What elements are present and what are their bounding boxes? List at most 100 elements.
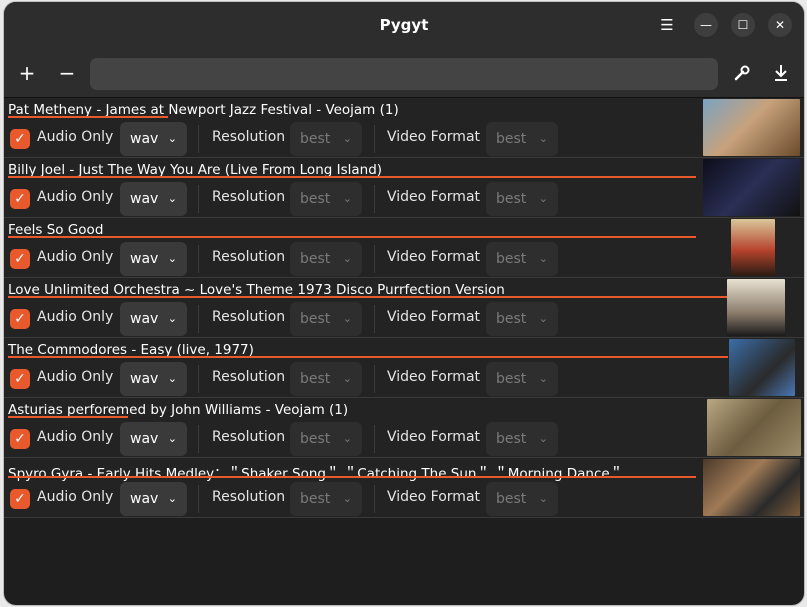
thumbnail (727, 279, 785, 336)
audio-format-dropdown[interactable]: wav ⌄ (120, 422, 187, 456)
audio-only-checkbox[interactable]: ✓ (10, 369, 30, 389)
video-format-label: Video Format (387, 189, 481, 205)
video-format-dropdown[interactable]: best ⌄ (486, 482, 558, 516)
thumbnail (703, 159, 800, 216)
audio-format-dropdown[interactable]: wav ⌄ (120, 122, 187, 156)
video-format-dropdown[interactable]: best ⌄ (486, 362, 558, 396)
video-format-value: best (496, 191, 527, 207)
resolution-dropdown[interactable]: best ⌄ (290, 122, 362, 156)
item-title: Spyro Gyra - Early Hits Medley：＂Shaker S… (8, 466, 624, 482)
divider (198, 245, 199, 273)
resolution-label: Resolution (212, 309, 286, 325)
resolution-value: best (300, 191, 331, 207)
chevron-down-icon: ⌄ (538, 312, 548, 325)
list-item: Feels So Good ✓ Audio Only wav ⌄ Resolut… (4, 218, 804, 278)
audio-only-label: Audio Only (37, 429, 114, 445)
divider (198, 185, 199, 213)
resolution-value: best (300, 131, 331, 147)
chevron-down-icon: ⌄ (538, 192, 548, 205)
list-item: Love Unlimited Orchestra ~ Love's Theme … (4, 278, 804, 338)
video-format-dropdown[interactable]: best ⌄ (486, 122, 558, 156)
resolution-dropdown[interactable]: best ⌄ (290, 242, 362, 276)
audio-format-dropdown[interactable]: wav ⌄ (120, 182, 187, 216)
list-item: Spyro Gyra - Early Hits Medley：＂Shaker S… (4, 458, 804, 518)
progress-bar (8, 236, 696, 238)
video-format-dropdown[interactable]: best ⌄ (486, 182, 558, 216)
video-format-dropdown[interactable]: best ⌄ (486, 242, 558, 276)
resolution-dropdown[interactable]: best ⌄ (290, 362, 362, 396)
list-item: Billy Joel - Just The Way You Are (Live … (4, 158, 804, 218)
audio-only-checkbox[interactable]: ✓ (10, 129, 30, 149)
progress-bar (8, 416, 128, 418)
audio-format-dropdown[interactable]: wav ⌄ (120, 242, 187, 276)
thumbnail (707, 399, 801, 456)
audio-only-label: Audio Only (37, 189, 114, 205)
app-window: Pygyt ☰ — ☐ ✕ + − Pat Metheny - James at… (4, 2, 804, 605)
audio-format-dropdown[interactable]: wav ⌄ (120, 482, 187, 516)
video-format-dropdown[interactable]: best ⌄ (486, 422, 558, 456)
resolution-value: best (300, 491, 331, 507)
video-format-label: Video Format (387, 249, 481, 265)
video-format-label: Video Format (387, 309, 481, 325)
audio-format-value: wav (130, 191, 159, 207)
audio-format-value: wav (130, 491, 159, 507)
thumbnail (731, 219, 775, 276)
audio-only-checkbox[interactable]: ✓ (10, 309, 30, 329)
list-item: Pat Metheny - James at Newport Jazz Fest… (4, 98, 804, 158)
url-input[interactable] (90, 58, 718, 90)
audio-format-value: wav (130, 311, 159, 327)
chevron-down-icon: ⌄ (342, 252, 352, 265)
video-format-label: Video Format (387, 129, 481, 145)
audio-only-checkbox[interactable]: ✓ (10, 249, 30, 269)
audio-format-dropdown[interactable]: wav ⌄ (120, 302, 187, 336)
chevron-down-icon: ⌄ (167, 312, 177, 325)
audio-format-value: wav (130, 251, 159, 267)
thumbnail (703, 99, 800, 156)
audio-format-value: wav (130, 131, 159, 147)
resolution-dropdown[interactable]: best ⌄ (290, 182, 362, 216)
progress-bar (8, 356, 728, 358)
divider (374, 305, 375, 333)
chevron-down-icon: ⌄ (342, 432, 352, 445)
video-format-value: best (496, 431, 527, 447)
video-format-dropdown[interactable]: best ⌄ (486, 302, 558, 336)
divider (374, 185, 375, 213)
chevron-down-icon: ⌄ (342, 492, 352, 505)
resolution-label: Resolution (212, 369, 286, 385)
maximize-button[interactable]: ☐ (731, 13, 755, 37)
resolution-dropdown[interactable]: best ⌄ (290, 422, 362, 456)
chevron-down-icon: ⌄ (538, 252, 548, 265)
divider (198, 425, 199, 453)
audio-format-value: wav (130, 431, 159, 447)
divider (198, 365, 199, 393)
resolution-dropdown[interactable]: best ⌄ (290, 482, 362, 516)
audio-only-checkbox[interactable]: ✓ (10, 189, 30, 209)
minimize-button[interactable]: — (694, 13, 718, 37)
video-format-value: best (496, 311, 527, 327)
thumbnail (703, 459, 800, 516)
resolution-dropdown[interactable]: best ⌄ (290, 302, 362, 336)
resolution-value: best (300, 431, 331, 447)
chevron-down-icon: ⌄ (167, 432, 177, 445)
menu-icon[interactable]: ☰ (655, 13, 679, 37)
audio-only-checkbox[interactable]: ✓ (10, 489, 30, 509)
thumbnail (729, 339, 795, 396)
audio-format-dropdown[interactable]: wav ⌄ (120, 362, 187, 396)
resolution-value: best (300, 251, 331, 267)
download-icon[interactable] (768, 60, 794, 86)
divider (374, 125, 375, 153)
audio-only-checkbox[interactable]: ✓ (10, 429, 30, 449)
progress-bar (8, 176, 696, 178)
progress-bar (8, 296, 728, 298)
add-icon[interactable]: + (14, 60, 40, 86)
chevron-down-icon: ⌄ (538, 432, 548, 445)
video-format-value: best (496, 491, 527, 507)
chevron-down-icon: ⌄ (167, 372, 177, 385)
resolution-label: Resolution (212, 129, 286, 145)
remove-icon[interactable]: − (54, 60, 80, 86)
video-format-value: best (496, 251, 527, 267)
close-button[interactable]: ✕ (768, 13, 792, 37)
resolution-label: Resolution (212, 249, 286, 265)
wrench-icon[interactable] (729, 60, 755, 86)
resolution-value: best (300, 311, 331, 327)
